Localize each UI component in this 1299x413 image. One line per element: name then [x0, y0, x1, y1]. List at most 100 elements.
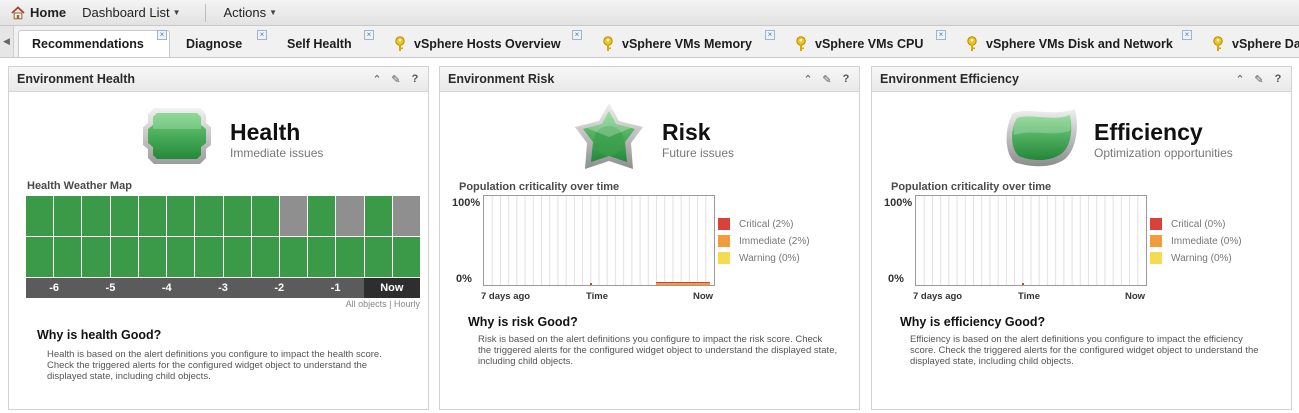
heatmap-cell-good[interactable] [26, 237, 54, 277]
close-icon[interactable]: × [257, 30, 267, 40]
heatmap-cell-no-data[interactable] [392, 196, 421, 236]
heatmap-cell-good[interactable] [167, 196, 195, 236]
y-axis-bottom-label: 0% [456, 273, 472, 285]
legend-label: Critical (2%) [739, 218, 794, 230]
key-icon [967, 36, 977, 51]
environment-risk-widget: Environment Risk ⌃ ✎ ? Risk Future issue… [439, 66, 860, 410]
dashboard-list-label: Dashboard List [82, 5, 170, 20]
actions-menu[interactable]: Actions ▼ [218, 0, 284, 26]
widget-toolbar: ⌃ ✎ ? [372, 73, 420, 86]
close-icon[interactable]: × [936, 30, 946, 40]
help-icon[interactable]: ? [841, 73, 851, 85]
heatmap-cell-good[interactable] [308, 237, 336, 277]
legend-label: Immediate (2%) [739, 235, 810, 247]
heatmap-cell-no-data[interactable] [279, 196, 308, 236]
heatmap-time-axis: -6 -5 -4 -3 -2 -1 Now [26, 278, 420, 298]
heatmap-cell-good[interactable] [308, 196, 336, 236]
tab-label: Diagnose [186, 37, 243, 51]
chart-series-bar [1022, 283, 1024, 285]
chevron-down-icon: ▼ [172, 8, 181, 17]
heatmap-cell-good[interactable] [223, 196, 251, 236]
edit-pencil-icon[interactable]: ✎ [822, 74, 832, 86]
top-menu-bar: Home Dashboard List ▼ Actions ▼ [0, 0, 1299, 26]
close-icon[interactable]: × [157, 30, 167, 40]
tab-diagnose[interactable]: Diagnose [186, 30, 243, 57]
heatmap-cell-good[interactable] [26, 196, 54, 236]
close-icon[interactable]: × [364, 30, 374, 40]
key-icon [603, 36, 613, 51]
heatmap-cell-good[interactable] [364, 237, 392, 277]
tab-vsphere-vms-memory[interactable]: vSphere VMs Memory [602, 30, 752, 57]
risk-star-badge-icon [575, 103, 643, 169]
efficiency-criticality-chart [915, 195, 1147, 286]
chart-plot-area [923, 196, 1139, 285]
heatmap-cell-good[interactable] [110, 237, 138, 277]
tab-vsphere-vms-cpu[interactable]: vSphere VMs CPU [795, 30, 924, 57]
heatmap-cell-good[interactable] [54, 196, 82, 236]
widget-header: Environment Health ⌃ ✎ ? [9, 67, 428, 92]
heatmap-cell-good[interactable] [82, 196, 110, 236]
heatmap-cell-good[interactable] [251, 196, 279, 236]
health-why-text: Health is based on the alert definitions… [47, 349, 382, 382]
home-icon [11, 5, 25, 19]
heatmap-cell-good[interactable] [336, 237, 364, 277]
help-icon[interactable]: ? [1273, 73, 1283, 85]
legend-swatch [718, 235, 730, 247]
x-axis-left-label: 7 days ago [481, 291, 531, 302]
heatmap-cell-no-data[interactable] [336, 196, 364, 236]
collapse-icon[interactable]: ⌃ [1235, 74, 1245, 86]
risk-big-title: Risk [662, 119, 711, 145]
close-icon[interactable]: × [572, 30, 582, 40]
help-icon[interactable]: ? [410, 73, 420, 85]
heatmap-cell-good[interactable] [251, 237, 279, 277]
heatmap-cell-good[interactable] [54, 237, 82, 277]
dashboard-list-menu[interactable]: Dashboard List ▼ [76, 0, 186, 26]
edit-pencil-icon[interactable]: ✎ [391, 74, 401, 86]
heatmap-axis-label: -4 [161, 282, 172, 294]
dashboard-tab-bar: ◀ Recommendations × Diagnose × Self Heal… [0, 26, 1299, 58]
heatmap-cell-good[interactable] [138, 196, 167, 236]
close-icon[interactable]: × [1182, 30, 1192, 40]
widget-header: Environment Risk ⌃ ✎ ? [440, 67, 859, 92]
home-menu[interactable]: Home [0, 0, 72, 26]
chart-series-bar [656, 283, 710, 285]
heatmap-cell-good[interactable] [167, 237, 195, 277]
legend-label: Immediate (0%) [1171, 235, 1242, 247]
tab-label: Recommendations [32, 37, 144, 51]
home-label: Home [30, 5, 67, 20]
heatmap-cell-good[interactable] [364, 196, 392, 236]
tab-vsphere-data[interactable]: vSphere Da [1212, 30, 1299, 57]
tab-recommendations[interactable]: Recommendations [18, 30, 170, 57]
close-icon[interactable]: × [765, 30, 775, 40]
heatmap-cell-good[interactable] [223, 237, 251, 277]
tab-scroll-left-button[interactable]: ◀ [0, 26, 14, 57]
tab-label: vSphere VMs CPU [815, 37, 924, 51]
widget-toolbar: ⌃ ✎ ? [803, 73, 851, 86]
heatmap-cell-good[interactable] [195, 237, 223, 277]
heatmap-row [26, 237, 421, 277]
tab-vsphere-hosts-overview[interactable]: vSphere Hosts Overview [394, 30, 561, 57]
risk-why-title: Why is risk Good? [468, 315, 578, 329]
legend-swatch [718, 252, 730, 264]
heatmap-cell-good[interactable] [138, 237, 167, 277]
legend-immediate: Immediate (2%) [718, 235, 810, 247]
chart-plot-area [491, 196, 710, 285]
collapse-icon[interactable]: ⌃ [803, 74, 813, 86]
efficiency-why-text: Efficiency is based on the alert definit… [910, 334, 1259, 367]
health-weather-map-label: Health Weather Map [27, 180, 132, 192]
edit-pencil-icon[interactable]: ✎ [1254, 74, 1264, 86]
heatmap-cell-good[interactable] [195, 196, 223, 236]
heatmap-cell-good[interactable] [279, 237, 308, 277]
tab-vsphere-vms-disk-network[interactable]: vSphere VMs Disk and Network [966, 30, 1173, 57]
tab-self-health[interactable]: Self Health [287, 30, 352, 57]
efficiency-subtitle: Optimization opportunities [1094, 146, 1233, 160]
widget-title: Environment Risk [448, 72, 555, 86]
legend-swatch [1150, 235, 1162, 247]
heatmap-axis-label: -5 [105, 282, 116, 294]
collapse-icon[interactable]: ⌃ [372, 74, 382, 86]
health-big-title: Health [230, 119, 301, 145]
heatmap-cell-good[interactable] [110, 196, 138, 236]
heatmap-cell-good[interactable] [82, 237, 110, 277]
heatmap-cell-good[interactable] [392, 237, 421, 277]
tab-label: vSphere Hosts Overview [414, 37, 561, 51]
